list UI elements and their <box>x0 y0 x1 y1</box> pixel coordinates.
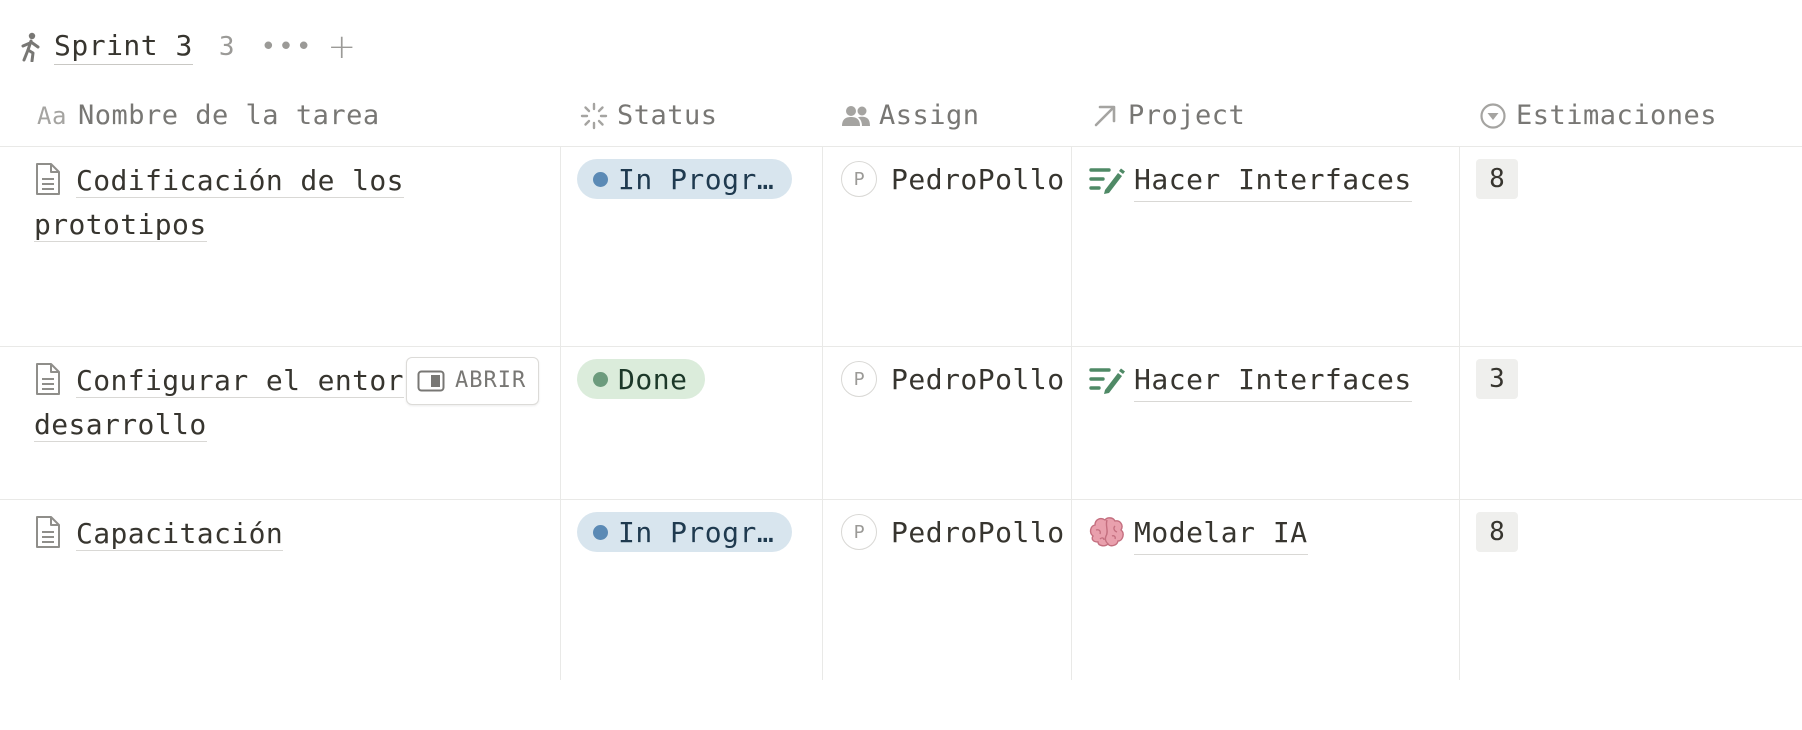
status-spinner-icon <box>579 101 609 131</box>
document-icon <box>34 162 64 196</box>
open-page-button[interactable]: ABRIR <box>406 357 540 405</box>
task-name-cell[interactable]: Codificación de los prototipos <box>0 147 561 346</box>
project-link[interactable]: Modelar IA <box>1134 512 1308 555</box>
status-badge[interactable]: In Progr… <box>577 159 793 199</box>
column-header-project[interactable]: Project <box>1072 85 1460 146</box>
pencil-lines-icon <box>1088 361 1126 399</box>
estimate-cell[interactable]: 8 <box>1460 500 1802 680</box>
column-header-label: Status <box>617 100 718 131</box>
brain-icon <box>1088 514 1126 552</box>
task-name[interactable]: Configurar el entor <box>76 364 404 398</box>
status-cell[interactable]: Done <box>561 347 823 499</box>
avatar: P <box>841 361 877 397</box>
table-row[interactable]: Codificación de los prototipos In Progr…… <box>0 147 1802 347</box>
project-link[interactable]: Hacer Interfaces <box>1134 159 1412 202</box>
status-badge[interactable]: In Progr… <box>577 512 793 552</box>
task-name-cell[interactable]: Configurar el entor desarrollo ABRIR <box>0 347 561 499</box>
document-icon <box>34 362 64 396</box>
table-row[interactable]: Capacitación In Progr… P PedroPollo Mode… <box>0 500 1802 680</box>
column-header-label: Project <box>1128 100 1246 131</box>
pencil-lines-icon <box>1088 161 1126 199</box>
estimate-badge: 8 <box>1476 159 1518 199</box>
status-label: Done <box>618 362 688 396</box>
status-cell[interactable]: In Progr… <box>561 147 823 346</box>
estimate-cell[interactable]: 3 <box>1460 347 1802 499</box>
status-label: In Progr… <box>618 162 775 196</box>
document-icon <box>34 515 64 549</box>
estimate-cell[interactable]: 8 <box>1460 147 1802 346</box>
add-item-icon[interactable]: + <box>327 30 356 64</box>
status-cell[interactable]: In Progr… <box>561 500 823 680</box>
task-name-continued[interactable]: prototipos <box>34 208 207 242</box>
relation-arrow-icon <box>1090 101 1120 131</box>
status-badge[interactable]: Done <box>577 359 706 399</box>
status-dot <box>593 371 608 387</box>
open-page-label: ABRIR <box>455 368 527 393</box>
more-options-icon[interactable]: ••• <box>261 32 314 62</box>
assign-cell[interactable]: P PedroPollo <box>823 147 1072 346</box>
text-type-icon: Aa <box>37 101 67 130</box>
avatar: P <box>841 514 877 550</box>
estimate-badge: 8 <box>1476 512 1518 552</box>
column-header-row: Aa Nombre de la tarea Status Assign Proj… <box>0 85 1802 147</box>
project-cell[interactable]: Modelar IA <box>1072 500 1460 680</box>
avatar: P <box>841 161 877 197</box>
table-row[interactable]: Configurar el entor desarrollo ABRIR Done… <box>0 347 1802 500</box>
assignee-name: PedroPollo <box>891 363 1065 396</box>
column-header-status[interactable]: Status <box>561 85 823 146</box>
assignee-name: PedroPollo <box>891 516 1065 549</box>
project-link[interactable]: Hacer Interfaces <box>1134 359 1412 402</box>
column-header-label: Nombre de la tarea <box>78 100 380 131</box>
people-icon <box>841 101 871 131</box>
column-header-label: Assign <box>879 100 980 131</box>
select-circle-icon <box>1478 101 1508 131</box>
column-header-assign[interactable]: Assign <box>823 85 1072 146</box>
project-cell[interactable]: Hacer Interfaces <box>1072 147 1460 346</box>
task-table: Aa Nombre de la tarea Status Assign Proj… <box>0 85 1802 680</box>
column-header-estimate[interactable]: Estimaciones <box>1460 85 1802 146</box>
group-header: Sprint 3 3 ••• + <box>18 24 356 70</box>
task-name[interactable]: Capacitación <box>76 517 284 551</box>
status-dot <box>593 524 608 540</box>
task-name-cell[interactable]: Capacitación <box>0 500 561 680</box>
group-title[interactable]: Sprint 3 <box>54 29 193 65</box>
estimate-badge: 3 <box>1476 359 1518 399</box>
assign-cell[interactable]: P PedroPollo <box>823 500 1072 680</box>
status-label: In Progr… <box>618 515 775 549</box>
column-header-label: Estimaciones <box>1516 100 1718 131</box>
task-name[interactable]: Codificación de los <box>76 164 404 198</box>
status-dot <box>593 171 608 187</box>
group-count: 3 <box>218 32 235 62</box>
task-name-continued[interactable]: desarrollo <box>34 408 207 442</box>
column-header-name[interactable]: Aa Nombre de la tarea <box>0 85 561 146</box>
assign-cell[interactable]: P PedroPollo <box>823 347 1072 499</box>
runner-icon <box>18 32 44 62</box>
project-cell[interactable]: Hacer Interfaces <box>1072 347 1460 499</box>
assignee-name: PedroPollo <box>891 163 1065 196</box>
side-panel-icon <box>417 370 445 392</box>
